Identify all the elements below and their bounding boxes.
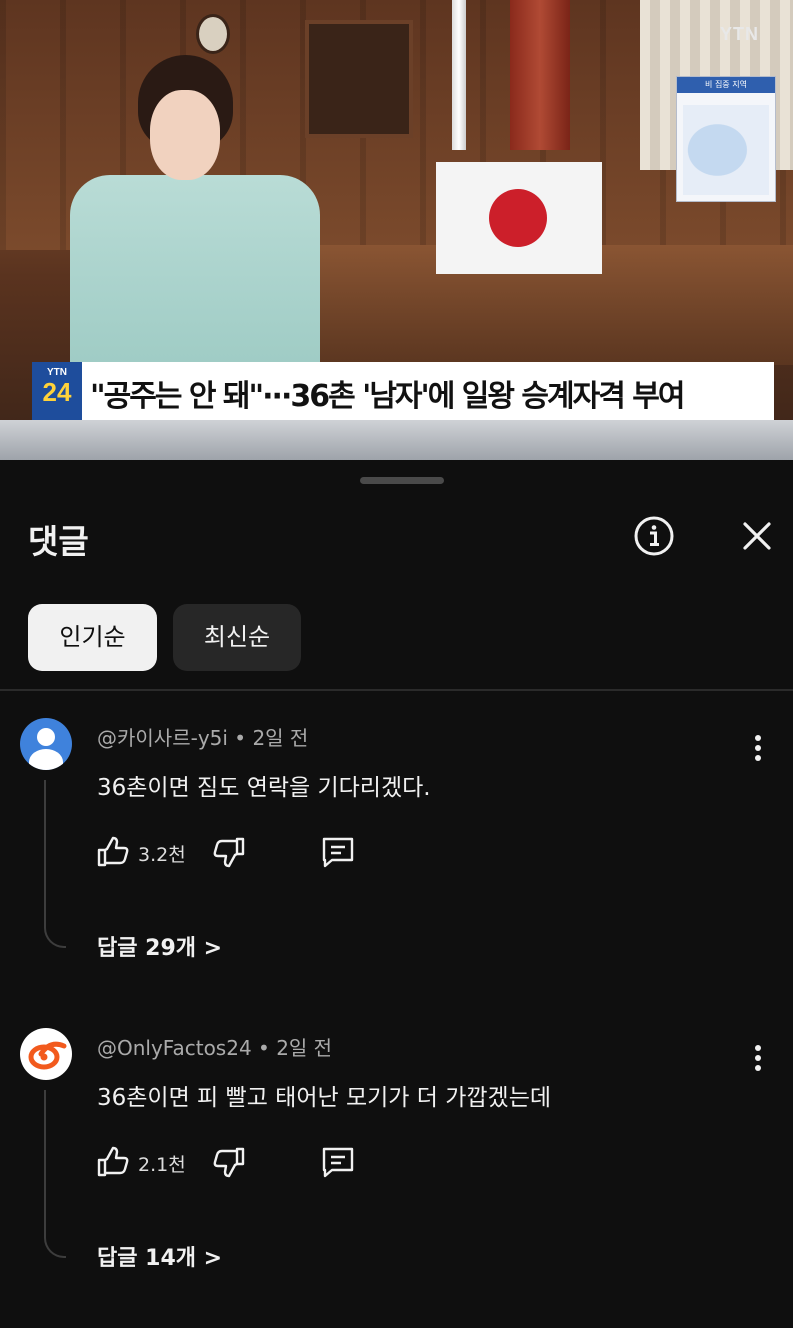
panel-title: 댓글: [28, 522, 89, 561]
red-curtain: [510, 0, 570, 150]
more-options-icon[interactable]: [744, 728, 772, 768]
channel-logo: YTN: [720, 24, 759, 44]
divider: [0, 689, 793, 691]
badge-top: YTN: [47, 367, 67, 378]
orange-swirl-avatar-icon[interactable]: [20, 1028, 72, 1080]
news-ticker: YTN 24 "공주는 안 돼"···36촌 '남자'에 일왕 승계자격 부여: [32, 362, 774, 420]
badge-bottom: 24: [42, 377, 72, 407]
comment-item: @OnlyFactos24 • 2일 전 36촌이면 피 빨고 태어난 모기가 …: [0, 1028, 793, 1328]
avatar-logo: [28, 1041, 67, 1070]
like-count: 3.2천: [138, 844, 186, 866]
sort-chip-popular[interactable]: 인기순: [28, 604, 157, 671]
view-replies-button[interactable]: 답글 29개 >: [97, 930, 222, 962]
anchor-face: [150, 90, 220, 180]
japan-flag: [436, 162, 602, 274]
drag-handle[interactable]: [360, 477, 444, 484]
map-title: 비 집중 지역: [677, 77, 775, 93]
comment-meta[interactable]: @OnlyFactos24 • 2일 전: [97, 1032, 332, 1061]
ytn24-badge: YTN 24: [32, 362, 82, 420]
anchor-jacket: [70, 175, 320, 375]
comment-item: @카이사르-y5i • 2일 전 36촌이면 짐도 연락을 기다리겠다. 3.2…: [0, 718, 793, 1018]
thumbs-up-icon[interactable]: [96, 836, 130, 868]
wall-clock: [196, 14, 230, 54]
news-anchor: [70, 55, 320, 375]
thumbs-down-icon[interactable]: [212, 836, 246, 868]
avatar-body: [29, 749, 63, 770]
avatar-head: [37, 728, 55, 746]
comment-text: 36촌이면 피 빨고 태어난 모기가 더 가깝겠는데: [97, 1085, 552, 1111]
thumbs-up-icon[interactable]: [96, 1146, 130, 1178]
weather-map-inset: 비 집중 지역: [676, 76, 776, 202]
comment-text: 36촌이면 짐도 연락을 기다리겠다.: [97, 775, 431, 801]
flag-sun: [489, 189, 547, 247]
thread-line: [44, 1090, 66, 1258]
more-options-icon[interactable]: [744, 1038, 772, 1078]
korea-map: [683, 105, 769, 195]
ticker-headline: "공주는 안 돼"···36촌 '남자'에 일왕 승계자격 부여: [90, 379, 685, 414]
flagpole: [452, 0, 466, 150]
default-user-avatar-icon[interactable]: [20, 718, 72, 770]
view-replies-button[interactable]: 답글 14개 >: [97, 1240, 222, 1272]
door: [305, 20, 413, 138]
thread-line: [44, 780, 66, 948]
reply-comment-icon[interactable]: [320, 1144, 356, 1180]
info-icon[interactable]: [633, 515, 675, 557]
reply-comment-icon[interactable]: [320, 834, 356, 870]
thumbs-down-icon[interactable]: [212, 1146, 246, 1178]
news-desk: [0, 420, 793, 460]
comment-meta[interactable]: @카이사르-y5i • 2일 전: [97, 722, 308, 751]
like-count: 2.1천: [138, 1154, 186, 1176]
sort-chip-newest[interactable]: 최신순: [173, 604, 301, 671]
close-icon[interactable]: [739, 518, 775, 554]
video-player[interactable]: YTN 비 집중 지역 YTN 24 "공주는 안 돼"···36촌 '남자'에…: [0, 0, 793, 460]
